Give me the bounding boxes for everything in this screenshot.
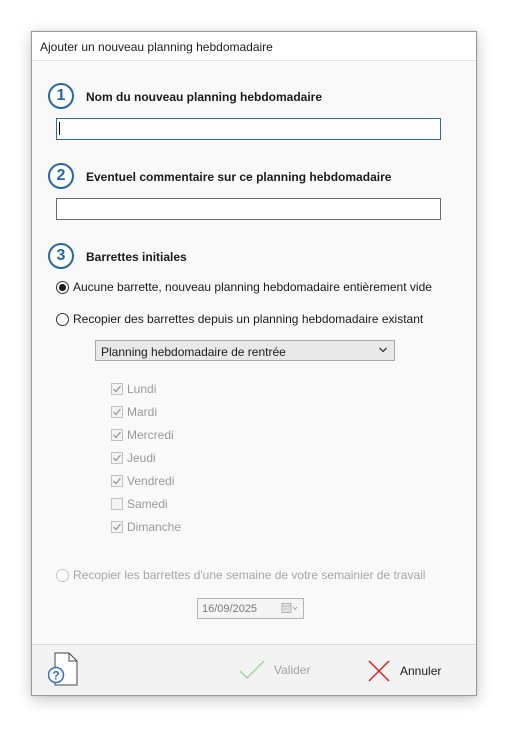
option-empty-label: Aucune barrette, nouveau planning hebdom… [73, 280, 432, 294]
day-label: Lundi [127, 382, 157, 396]
day-label: Mardi [127, 405, 158, 419]
week-date-value: 16/09/2025 [202, 603, 258, 615]
option-empty-planning[interactable]: Aucune barrette, nouveau planning hebdom… [56, 280, 432, 294]
step-3-badge: 3 [48, 243, 74, 269]
day-label: Vendredi [127, 474, 175, 488]
validate-button[interactable]: Valider [238, 659, 310, 681]
step-1-label: Nom du nouveau planning hebdomadaire [86, 90, 323, 104]
planning-select[interactable]: Planning hebdomadaire de rentrée [95, 340, 395, 361]
cross-icon [368, 660, 390, 682]
day-checkbox-row[interactable]: Vendredi [111, 474, 174, 488]
day-checkbox-row[interactable]: Mardi [111, 405, 157, 419]
step-3-label: Barrettes initiales [86, 250, 187, 264]
day-checkbox[interactable] [111, 406, 123, 418]
option-copy-existing-label: Recopier des barrettes depuis un plannin… [73, 312, 424, 326]
day-checkbox-row[interactable]: Mercredi [111, 428, 174, 442]
dialog-title: Ajouter un nouveau planning hebdomadaire [40, 40, 273, 54]
option-copy-week[interactable]: Recopier les barrettes d'une semaine de … [56, 568, 425, 582]
day-checkbox[interactable] [111, 383, 123, 395]
radio-copy-week[interactable] [56, 568, 69, 582]
planning-select-value: Planning hebdomadaire de rentrée [101, 345, 286, 359]
option-copy-existing[interactable]: Recopier des barrettes depuis un plannin… [56, 312, 423, 326]
day-checkbox-row[interactable]: Lundi [111, 382, 156, 396]
text-caret [59, 122, 60, 135]
day-checkbox[interactable] [111, 521, 123, 533]
planning-name-input[interactable] [56, 118, 441, 140]
day-checkbox-row[interactable]: Samedi [111, 497, 168, 511]
chevron-down-icon [379, 347, 387, 353]
title-bar: Ajouter un nouveau planning hebdomadaire [32, 32, 476, 61]
calendar-icon[interactable] [281, 602, 299, 615]
day-label: Jeudi [127, 451, 156, 465]
day-checkbox[interactable] [111, 475, 123, 487]
validate-button-label: Valider [274, 663, 311, 677]
radio-copy-existing[interactable] [56, 312, 69, 326]
day-checkbox[interactable] [111, 429, 123, 441]
week-date-field[interactable]: 16/09/2025 [197, 598, 304, 619]
day-checkbox-row[interactable]: Jeudi [111, 451, 156, 465]
day-label: Samedi [127, 497, 168, 511]
svg-text:?: ? [52, 669, 59, 683]
step-2-label: Eventuel commentaire sur ce planning heb… [86, 170, 392, 184]
cancel-button[interactable]: Annuler [367, 659, 441, 683]
comment-input[interactable] [56, 198, 441, 220]
day-checkbox[interactable] [111, 452, 123, 464]
help-document-icon[interactable]: ? [48, 652, 78, 686]
option-copy-week-label: Recopier les barrettes d'une semaine de … [73, 568, 426, 582]
day-checkbox[interactable] [111, 498, 123, 510]
add-planning-dialog: Ajouter un nouveau planning hebdomadaire… [31, 31, 477, 696]
check-icon [239, 660, 265, 680]
step-2-badge: 2 [48, 163, 74, 189]
step-1-badge: 1 [48, 83, 74, 109]
cancel-button-label: Annuler [400, 664, 442, 678]
day-label: Dimanche [127, 520, 182, 534]
day-label: Mercredi [127, 428, 174, 442]
day-checkbox-row[interactable]: Dimanche [111, 520, 181, 534]
radio-empty[interactable] [56, 280, 69, 294]
